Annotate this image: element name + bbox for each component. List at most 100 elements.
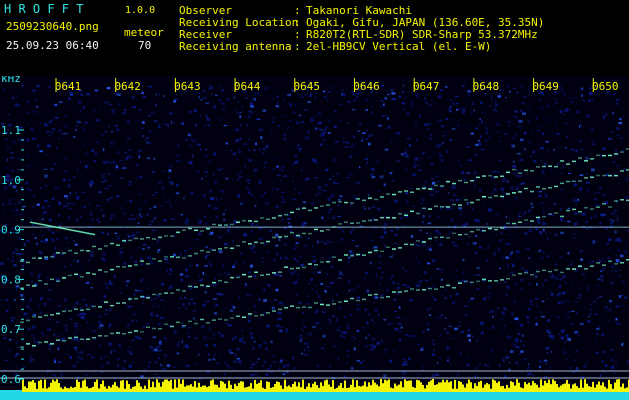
drift-trace [392, 291, 396, 293]
noise-speck [205, 344, 208, 347]
noise-speck [309, 139, 312, 141]
noise-speck [370, 173, 374, 176]
drift-trace [386, 216, 390, 219]
noise-speck [74, 243, 78, 246]
band-bar [540, 379, 542, 392]
noise-speck [155, 104, 157, 107]
drift-trace [530, 190, 534, 193]
band-bar [382, 383, 384, 392]
noise-speck [533, 160, 537, 163]
band-bar [362, 385, 364, 392]
x-tick-label: 0647 [413, 80, 440, 93]
noise-speck [128, 364, 132, 368]
noise-speck [238, 176, 242, 178]
noise-speck [404, 334, 408, 336]
noise-speck [590, 92, 592, 94]
noise-speck [198, 222, 202, 225]
noise-speck [105, 309, 108, 311]
noise-speck [8, 307, 10, 309]
noise-speck [495, 213, 499, 216]
drift-trace [176, 321, 180, 324]
noise-speck [526, 373, 531, 376]
noise-speck [26, 138, 29, 141]
band-bar [224, 383, 226, 392]
noise-speck [603, 257, 605, 261]
noise-speck [1, 237, 4, 239]
noise-speck [54, 358, 56, 361]
drift-trace [398, 291, 402, 293]
noise-speck [604, 306, 608, 309]
noise-speck [560, 218, 563, 221]
noise-speck [300, 327, 303, 329]
x-tick-label: 0648 [473, 80, 500, 93]
noise-speck [157, 305, 159, 307]
noise-speck [126, 305, 130, 308]
noise-speck [262, 365, 264, 367]
noise-speck [318, 185, 322, 189]
band-bar [418, 380, 420, 392]
band-bar [562, 384, 564, 392]
band-bar [426, 384, 428, 392]
drift-trace [68, 337, 72, 339]
noise-speck [499, 239, 503, 242]
noise-speck [220, 118, 222, 121]
noise-speck [82, 283, 84, 285]
noise-speck [76, 339, 80, 342]
band-bar [88, 388, 90, 392]
noise-speck [27, 316, 29, 319]
drift-trace [74, 252, 78, 254]
noise-speck [135, 319, 138, 322]
noise-speck [117, 183, 121, 185]
noise-speck [64, 170, 67, 173]
noise-speck [53, 334, 55, 336]
noise-speck [446, 331, 450, 334]
noise-speck [351, 336, 355, 338]
noise-speck [66, 326, 68, 329]
noise-speck [318, 216, 320, 219]
band-bar [442, 379, 444, 392]
band-bar [596, 384, 598, 392]
noise-speck [214, 277, 216, 280]
noise-speck [207, 261, 212, 263]
band-bar [122, 380, 124, 392]
drift-trace [134, 237, 138, 240]
noise-speck [485, 139, 487, 143]
drift-trace [602, 264, 606, 266]
noise-speck [66, 346, 68, 349]
drift-trace [614, 263, 618, 265]
noise-speck [263, 341, 267, 344]
drift-trace [56, 312, 60, 315]
noise-speck [111, 161, 116, 163]
noise-speck [254, 310, 257, 314]
drift-trace [20, 287, 24, 289]
noise-speck [48, 318, 52, 321]
noise-speck [312, 256, 316, 258]
band-bar [34, 382, 36, 392]
noise-speck [522, 334, 524, 337]
noise-speck [73, 338, 76, 341]
drift-trace [428, 287, 432, 290]
noise-speck [547, 319, 550, 321]
noise-speck [84, 374, 89, 377]
noise-speck [311, 158, 314, 160]
noise-speck [380, 340, 384, 342]
noise-speck [414, 158, 419, 161]
noise-speck [580, 258, 583, 261]
noise-speck [486, 223, 489, 225]
noise-speck [431, 139, 433, 142]
noise-speck [581, 273, 586, 276]
band-bar [586, 383, 588, 392]
noise-speck [415, 258, 417, 260]
noise-speck [350, 289, 355, 290]
noise-speck [154, 361, 158, 364]
noise-speck [596, 203, 599, 206]
noise-speck [268, 229, 273, 232]
noise-speck [477, 274, 481, 276]
noise-speck [488, 210, 490, 213]
noise-speck [160, 317, 165, 319]
y-tick-label: 1.1 [1, 124, 21, 137]
noise-speck [468, 126, 470, 129]
noise-speck [619, 118, 622, 121]
band-bar [360, 386, 362, 392]
band-bar [50, 382, 52, 392]
